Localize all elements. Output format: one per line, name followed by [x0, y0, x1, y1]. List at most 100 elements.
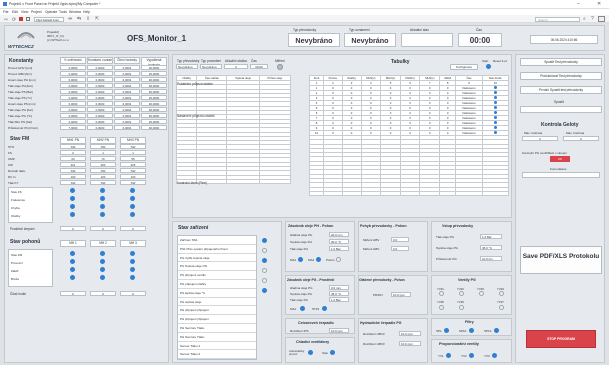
grid-cell [226, 178, 260, 185]
menu-tools[interactable]: Tools [59, 10, 67, 14]
prostredi-val-2: 0 [90, 226, 116, 231]
search-input[interactable]: Search [535, 16, 580, 22]
ventil-led-4 [499, 291, 504, 296]
help-icon[interactable]: ? [591, 16, 594, 22]
status-led [70, 275, 75, 280]
konstanty-cell: 30,0000 [141, 113, 167, 118]
stav-zarizeni-item: PG připojení otáčky [178, 280, 256, 289]
vstup-row2-label: Teplota oleje PG [436, 246, 459, 250]
start-led[interactable] [486, 64, 491, 69]
hydraulicke-title: Hydraulické čerpadlo PG [360, 321, 402, 325]
konstanty-cell: 0,0001 [114, 89, 140, 94]
pause-icon[interactable] [26, 17, 30, 21]
prevodovka-table: Otáčky Čas otáček Teplota oleje Průtok olej… [175, 75, 292, 185]
chladici-label-2: Stav [322, 351, 329, 355]
ph-led-3 [336, 257, 341, 262]
stav-fm-row-label: OMZ [8, 156, 15, 161]
grid-cell [323, 190, 343, 197]
close-icon[interactable]: ✕ [597, 1, 601, 7]
minimize-icon[interactable]: – [577, 1, 580, 7]
abort-icon[interactable] [19, 17, 23, 21]
pohonu-led-column-2 [100, 251, 106, 280]
konstanty-row-label: Hnací oleje PS [mm] [8, 101, 36, 106]
toolbar: ⇨ ⟳ 15pt Default Font ⇹ ⇆ ⇳ ⇱ Search ⌕ ? [0, 15, 609, 23]
hydraulicke-row1-value: 10.0 rpm [399, 331, 421, 336]
status-led [100, 188, 105, 193]
konstanty-row: Provoz HNV [rpm] 0,0000 0,0000 0,0001 30,000… [7, 65, 168, 71]
stav-fm-cell: 1 [90, 150, 116, 155]
ph-led-label-2: MA2 [308, 258, 315, 262]
stav-fm-row-label: Rozsah tlaku [8, 168, 26, 173]
proporcionalni-panel: Proporcionální ventily YV1 YV2 YV3 [431, 339, 512, 363]
konstanty-col-1: K ověřování [60, 57, 86, 64]
otacene-value: 10.0 rpm [391, 292, 411, 297]
resize-icon[interactable]: ⇳ [86, 16, 90, 22]
konstanty-cell: 0,0000 [60, 119, 86, 124]
mereni-led[interactable] [277, 64, 283, 70]
distribute-icon[interactable]: ⇆ [77, 16, 81, 22]
prev-col-3: Aktuální otáčka [225, 59, 247, 63]
hydraulicke-panel: Hydraulické čerpadlo PG Rozšíření HBV3 1… [358, 318, 428, 363]
status-led [100, 212, 105, 217]
kontrola-val-1: 0 [522, 136, 558, 141]
konstanty-row-label: Tlak oleje PH [bar] [8, 83, 33, 88]
header-label-cas: Čas [476, 28, 482, 32]
pohonu-col-3: MH 3 [120, 240, 146, 247]
menu-edit[interactable]: Edit [12, 10, 18, 14]
menu-help[interactable]: Help [83, 10, 90, 14]
search-icon[interactable]: ⌕ [583, 16, 586, 22]
filtr-led-2 [469, 328, 474, 333]
stav-zarizeni-item: PH připojení připojení [178, 315, 256, 324]
protokolovat-button[interactable]: Protokolovat Test převodovky [520, 72, 602, 80]
konstanty-cell: 0,0000 [87, 83, 113, 88]
fm-led-column-1 [70, 188, 76, 217]
cerpadlo-panel: Celoúroveň čerpadlo Rozšíření IPS 10.0 r… [285, 318, 355, 334]
menu-file[interactable]: File [3, 10, 8, 14]
konfigurace-button[interactable]: Konfigurace [450, 64, 478, 70]
menu-project[interactable]: Project [31, 10, 42, 14]
ph-row3-value: 1.0 Bar [329, 246, 349, 251]
stav-fm-cell: 100 [120, 174, 146, 179]
prev-col-1: Typ převodovky [177, 59, 200, 63]
pohyb-row2-value: 0.0 [391, 246, 409, 251]
font-select[interactable]: 15pt Default Font [34, 16, 64, 22]
konstanty-cell: 30,0000 [141, 65, 167, 70]
ph-row2-value: 30.0 °C [329, 239, 349, 244]
align-icon[interactable]: ⇹ [68, 16, 72, 22]
prop-label-1: YV1 [438, 354, 444, 358]
stav-fm-col-1: MH1 PN [60, 137, 86, 144]
save-pdf-xls-button[interactable]: Save PDF/XLS Protokolu [520, 246, 602, 274]
stop-program-button[interactable]: STOP PROGRAM [526, 330, 596, 348]
reorder-icon[interactable]: ⇱ [95, 16, 99, 22]
citac-val-2: 0 [90, 291, 116, 296]
konstanty-cell: 0,0001 [114, 71, 140, 76]
menu-view[interactable]: View [21, 10, 28, 14]
menu-window[interactable]: Window [69, 10, 81, 14]
stav-zarizeni-item: PH Senzoru Tlaku [178, 333, 256, 342]
hydraulicke-row2-label: Rozšíření HBV3 [363, 342, 385, 346]
konstanty-row-label: Tlak oleje PS [°C] [8, 95, 32, 100]
spustit-test-button[interactable]: Spustit Test převodovky [520, 58, 602, 66]
ventily-title: Ventily PG [458, 278, 476, 282]
spustit-label: Spustit [554, 100, 564, 104]
header-label-oznameni: Typ oznámení [349, 28, 370, 32]
konstanty-cell: 30,0000 [141, 71, 167, 76]
prvotni-spustit-button[interactable]: Prvotní Spustit test převodovky [520, 86, 602, 94]
vstup-panel: Vstup převodovky Tlak oleje PG 1.0 Bar T… [431, 221, 512, 272]
konstanty-row: Tlak oleje PH [bar] 0,0000 0,0000 0,0001 30,… [7, 83, 168, 89]
spustit-field[interactable] [520, 106, 602, 113]
stav-fm-col-3: MH3 PN [120, 137, 146, 144]
filtr-led-3 [494, 328, 499, 333]
status-led [130, 259, 135, 264]
stav-fm-row: KW 221 200 225 [7, 162, 168, 168]
ps-row3-label: Tlak oleje PG [290, 298, 309, 302]
status-led [493, 96, 497, 99]
konstanty-cell: 0,0000 [60, 89, 86, 94]
stav-fm-row: Rozsah tlaku SW SW SW [7, 168, 168, 174]
window-title: Projekt1 v Front Panel on Projekt Vypis.… [9, 2, 101, 6]
vstup-row1-label: Tlak oleje PG [436, 235, 455, 239]
status-led [130, 204, 135, 209]
menu-operate[interactable]: Operate [45, 10, 57, 14]
filtr-label-1: SP1 [436, 329, 442, 333]
app-title: OFS_Monitor_1 [127, 34, 187, 43]
